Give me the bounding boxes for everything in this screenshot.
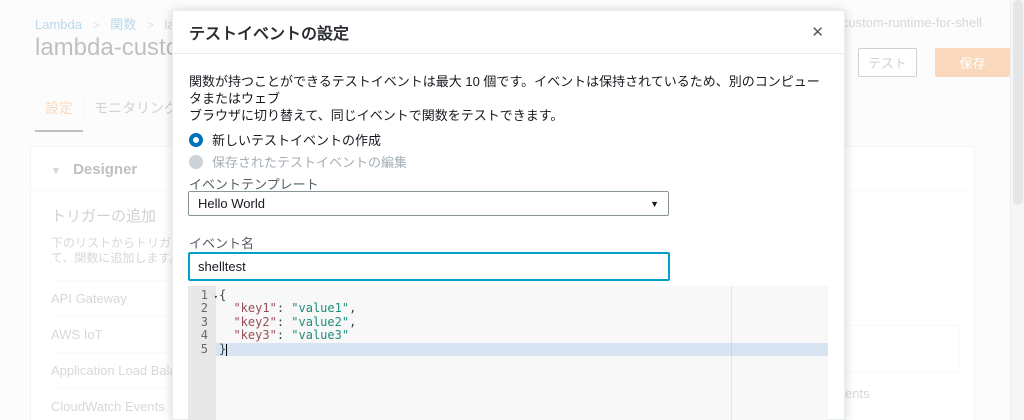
- print-margin-line: [731, 286, 732, 420]
- configure-test-event-modal: テストイベントの設定 ✕ 関数が持つことができるテストイベントは最大 10 個で…: [172, 10, 845, 420]
- radio-selected-icon[interactable]: [189, 133, 203, 147]
- event-name-input[interactable]: [188, 252, 670, 281]
- radio-edit-saved-test-event[interactable]: 保存されたテストイベントの編集: [189, 152, 407, 171]
- chevron-down-icon: ▼: [650, 199, 659, 209]
- modal-description: 関数が持つことができるテストイベントは最大 10 個です。イベントは保持されてい…: [189, 73, 831, 124]
- modal-header: テストイベントの設定 ✕: [173, 11, 844, 54]
- editor-gutter: 1▾2345: [188, 286, 216, 420]
- event-name-label: イベント名: [189, 233, 254, 252]
- scrollbar-thumb[interactable]: [1013, 0, 1023, 205]
- close-icon[interactable]: ✕: [807, 21, 828, 44]
- json-code-editor[interactable]: 1▾2345 { "key1": "value1", "key2": "valu…: [188, 286, 828, 420]
- radio-create-new-test-event[interactable]: 新しいテストイベントの作成: [189, 130, 381, 149]
- radio-disabled-icon: [189, 155, 203, 169]
- page-scrollbar[interactable]: [1010, 0, 1024, 420]
- radio-label: 保存されたテストイベントの編集: [212, 152, 407, 171]
- modal-title: テストイベントの設定: [189, 20, 349, 44]
- event-template-value: Hello World: [198, 196, 265, 211]
- text-cursor: [226, 344, 227, 356]
- event-template-select[interactable]: Hello World ▼: [188, 191, 669, 216]
- radio-label: 新しいテストイベントの作成: [212, 130, 381, 149]
- editor-code-area[interactable]: { "key1": "value1", "key2": "value2", "k…: [216, 289, 828, 420]
